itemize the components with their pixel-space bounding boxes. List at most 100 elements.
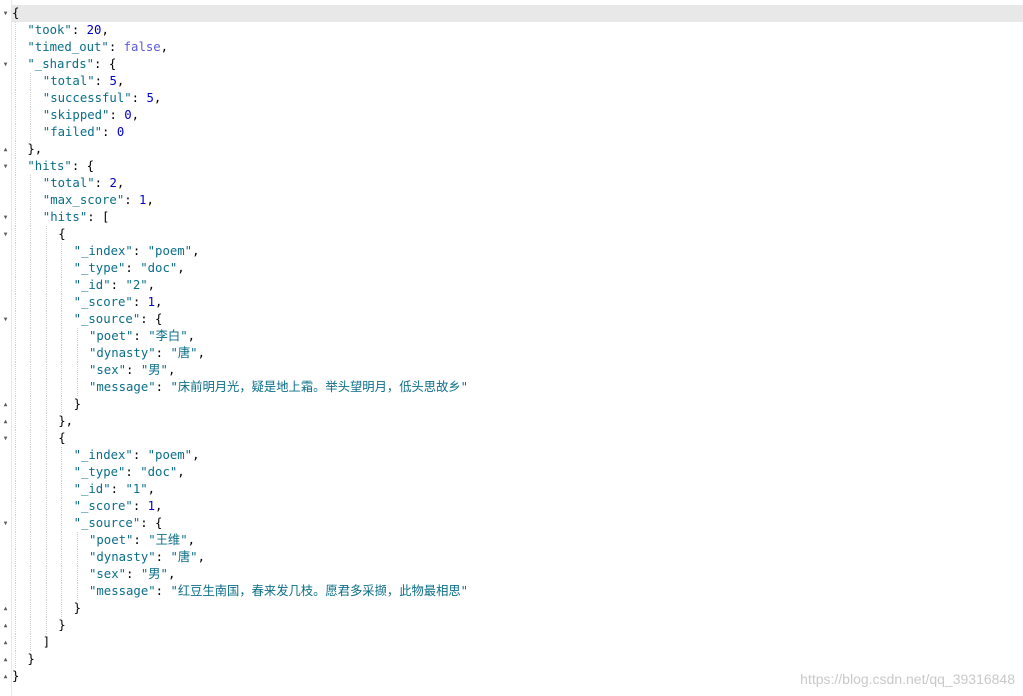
code-line: "poet": "王维",: [12, 532, 1023, 549]
json-punctuation: {: [58, 227, 66, 241]
code-line: },: [12, 141, 1023, 158]
json-punctuation: ,: [197, 550, 205, 564]
code-line: "failed": 0: [12, 124, 1023, 141]
code-line: {: [12, 5, 1023, 22]
watermark: https://blog.csdn.net/qq_39316848: [800, 671, 1015, 687]
indent-guide: [30, 124, 32, 141]
indent-guide: [15, 413, 16, 430]
fold-open-icon[interactable]: ▼: [1, 226, 10, 243]
json-punctuation: ,: [155, 295, 163, 309]
indent-guide: [45, 481, 47, 498]
indent-guide: [61, 515, 63, 532]
indent-guide: [15, 192, 16, 209]
fold-open-icon[interactable]: ▼: [1, 430, 10, 447]
json-punctuation: : {: [94, 57, 117, 71]
indent-guide: [30, 464, 32, 481]
indent-guide: [30, 430, 32, 447]
code-line: ]: [12, 634, 1023, 651]
indent-guide: [61, 549, 63, 566]
code-line: "total": 2,: [12, 175, 1023, 192]
json-punctuation: }: [73, 601, 81, 615]
json-punctuation: ,: [177, 465, 185, 479]
indent-guide: [61, 566, 63, 583]
indent-guide: [45, 600, 47, 617]
fold-close-icon[interactable]: ▲: [1, 600, 10, 617]
json-boolean-value: false: [123, 40, 161, 54]
json-string-value: "王维": [148, 533, 188, 547]
json-number-value: 5: [146, 91, 154, 105]
indent-guide: [61, 328, 63, 345]
code-line: "_type": "doc",: [12, 260, 1023, 277]
indent-guide: [15, 362, 16, 379]
json-punctuation: :: [133, 533, 149, 547]
indent-guide: [45, 328, 47, 345]
fold-close-icon[interactable]: ▲: [1, 668, 10, 685]
json-punctuation: :: [102, 125, 117, 139]
json-key: "_score": [73, 295, 133, 309]
fold-open-icon[interactable]: ▼: [1, 209, 10, 226]
code-line: "timed_out": false,: [12, 39, 1023, 56]
indent-guide: [15, 566, 16, 583]
code-line: "max_score": 1,: [12, 192, 1023, 209]
indent-guide: [45, 515, 47, 532]
indent-guide: [15, 124, 16, 141]
indent-guide: [61, 532, 63, 549]
indent-guide: [45, 498, 47, 515]
json-punctuation: ,: [101, 23, 109, 37]
fold-open-icon[interactable]: ▼: [1, 56, 10, 73]
json-punctuation: ,: [131, 108, 140, 122]
code-line: "_id": "1",: [12, 481, 1023, 498]
json-punctuation: :: [110, 482, 126, 496]
fold-close-icon[interactable]: ▲: [1, 396, 10, 413]
indent-guide: [45, 464, 47, 481]
code-line: "message": "红豆生南国，春来发几枝。愿君多采撷，此物最相思": [12, 583, 1023, 600]
indent-guide: [45, 396, 47, 413]
indent-guide: [15, 311, 16, 328]
indent-guide: [30, 362, 32, 379]
indent-guide: [30, 107, 32, 124]
fold-open-icon[interactable]: ▼: [1, 515, 10, 532]
json-punctuation: : {: [140, 516, 163, 530]
fold-close-icon[interactable]: ▲: [1, 617, 10, 634]
json-string-value: "红豆生南国，春来发几枝。愿君多采撷，此物最相思": [170, 584, 469, 598]
json-code-area[interactable]: {"took": 20, "timed_out": false, "_shards"…: [12, 5, 1023, 685]
indent-guide: [61, 345, 63, 362]
json-punctuation: ,: [167, 363, 176, 377]
indent-guide: [30, 192, 32, 209]
indent-guide: [45, 345, 47, 362]
indent-guide: [61, 243, 63, 260]
json-key: "sex": [89, 363, 127, 377]
indent-guide: [61, 311, 63, 328]
json-punctuation: :: [71, 23, 87, 37]
fold-open-icon[interactable]: ▼: [1, 311, 10, 328]
fold-close-icon[interactable]: ▲: [1, 413, 10, 430]
indent-guide: [76, 328, 78, 345]
fold-close-icon[interactable]: ▲: [1, 141, 10, 158]
json-punctuation: :: [155, 550, 171, 564]
json-key: "_id": [73, 482, 111, 496]
indent-guide: [30, 277, 32, 294]
indent-guide: [30, 413, 32, 430]
fold-close-icon[interactable]: ▲: [1, 651, 10, 668]
fold-open-icon[interactable]: ▼: [1, 158, 10, 175]
indent-guide: [15, 464, 16, 481]
code-line: "sex": "男",: [12, 362, 1023, 379]
json-punctuation: ,: [187, 329, 196, 343]
json-string-value: "poem": [147, 244, 193, 258]
json-punctuation: ,: [147, 278, 156, 292]
indent-guide: [45, 430, 47, 447]
indent-guide: [61, 294, 63, 311]
json-string-value: "1": [125, 482, 148, 496]
json-string-value: "doc": [140, 465, 178, 479]
indent-guide: [45, 617, 47, 634]
indent-guide: [15, 447, 16, 464]
fold-close-icon[interactable]: ▲: [1, 634, 10, 651]
code-line: "_score": 1,: [12, 498, 1023, 515]
json-key: "dynasty": [89, 550, 156, 564]
fold-open-icon[interactable]: ▼: [1, 5, 10, 22]
indent-guide: [30, 447, 32, 464]
indent-guide: [15, 158, 16, 175]
json-string-value: "李白": [148, 329, 188, 343]
indent-guide: [15, 430, 16, 447]
code-line: "_type": "doc",: [12, 464, 1023, 481]
